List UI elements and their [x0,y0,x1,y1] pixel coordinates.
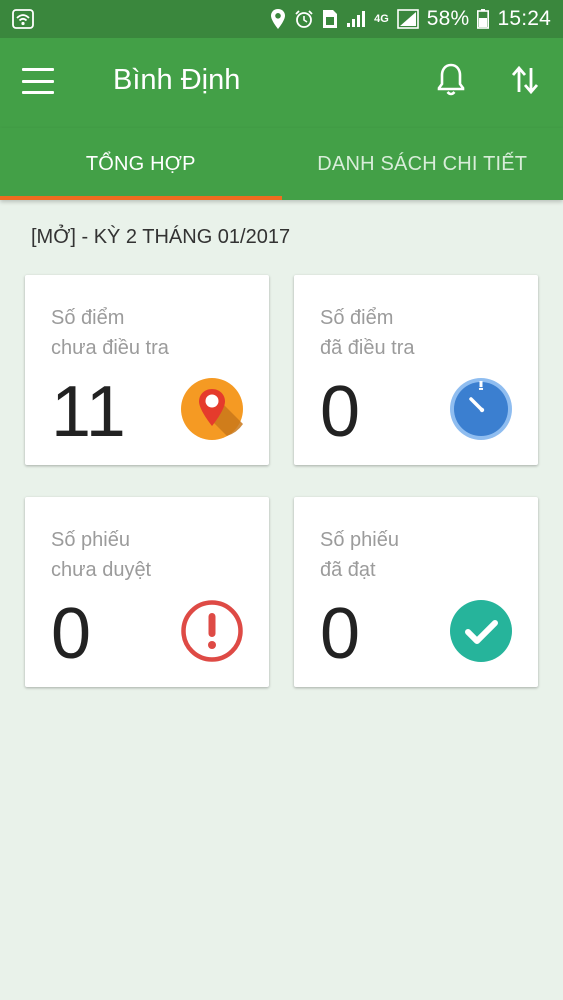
page-title: Bình Định [113,64,241,96]
menu-button[interactable] [22,68,54,94]
card-count: 0 [51,594,92,674]
card-label-line1: Số điểm [320,307,394,329]
card-label: Số điểm chưa điều tra [51,303,251,363]
status-bar: 4G 58% 15:24 [0,0,563,38]
period-label: [MỞ] - KỲ 2 THÁNG 01/2017 [31,226,291,248]
card-label-line1: Số phiếu [51,529,130,551]
wifi-icon [12,9,34,29]
menu-icon-line [22,68,54,71]
card-label-line2: đã điều tra [320,337,415,359]
sim-icon [322,9,338,29]
menu-icon-line [22,79,54,83]
bell-icon [437,63,465,96]
battery-icon [477,9,490,29]
card-label-line2: đã đạt [320,559,376,581]
card-label: Số phiếu đã đạt [320,525,520,585]
card-count: 0 [320,372,361,452]
signal-4g-icon [396,9,419,29]
alarm-icon [294,9,314,29]
card-label-line1: Số điểm [51,307,125,329]
tab-detail-list[interactable]: DANH SÁCH CHI TIẾT [282,128,563,200]
card-label-line1: Số phiếu [320,529,399,551]
menu-icon-line [22,91,54,94]
network-type-label: 4G [374,12,389,25]
alert-icon [180,599,244,663]
clock-time: 15:24 [497,7,551,30]
card-not-surveyed-points[interactable]: Số điểm chưa điều tra 11 [25,275,269,465]
card-label: Số điểm đã điều tra [320,303,520,363]
swap-vertical-icon [511,65,539,95]
signal-icon [346,10,366,28]
notifications-button[interactable] [436,62,466,98]
location-icon [270,8,286,30]
card-approved-forms[interactable]: Số phiếu đã đạt 0 [294,497,538,687]
card-surveyed-points[interactable]: Số điểm đã điều tra 0 [294,275,538,465]
card-count: 11 [51,372,126,452]
card-count: 0 [320,594,361,674]
check-icon [449,599,513,663]
tab-bar: TỔNG HỢP DANH SÁCH CHI TIẾT [0,128,563,200]
map-pin-icon [180,377,244,441]
card-pending-forms[interactable]: Số phiếu chưa duyệt 0 [25,497,269,687]
battery-percent: 58% [426,7,470,30]
tab-summary[interactable]: TỔNG HỢP [0,128,282,200]
app-bar: Bình Định [0,38,563,128]
sync-button[interactable] [510,64,540,96]
stopwatch-icon [449,377,513,441]
card-label: Số phiếu chưa duyệt [51,525,251,585]
card-label-line2: chưa duyệt [51,559,152,581]
card-label-line2: chưa điều tra [51,337,169,359]
